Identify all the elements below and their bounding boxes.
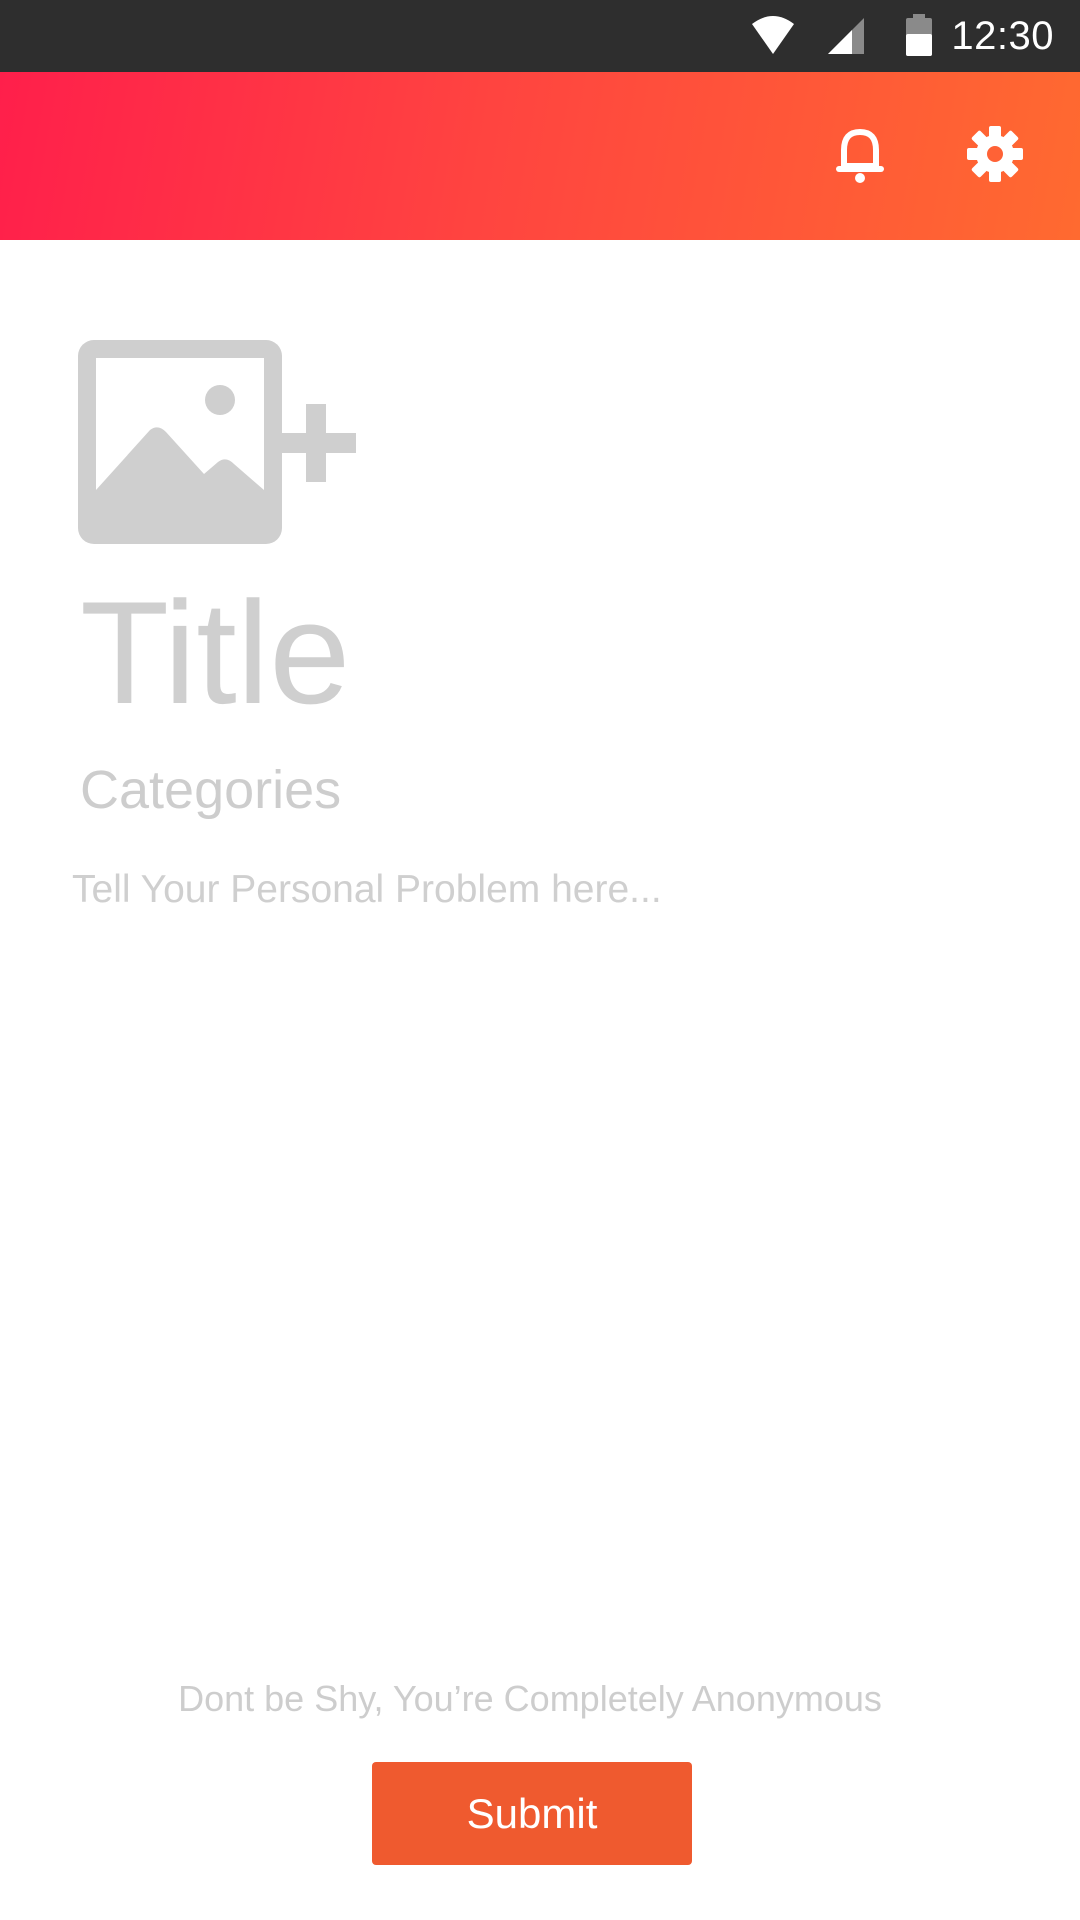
categories-selector[interactable]: Categories xyxy=(80,756,980,824)
title-input[interactable]: Title xyxy=(80,578,980,728)
settings-button[interactable] xyxy=(955,116,1035,196)
status-time: 12:30 xyxy=(951,14,1054,58)
submit-button[interactable]: Submit xyxy=(372,1762,692,1865)
add-image-button[interactable] xyxy=(76,338,396,548)
bell-icon xyxy=(832,124,888,189)
notifications-button[interactable] xyxy=(820,116,900,196)
anonymous-note: Dont be Shy, You’re Completely Anonymous xyxy=(178,1678,882,1719)
battery-icon xyxy=(904,14,934,61)
app-bar xyxy=(0,72,1080,240)
problem-text-input[interactable]: Tell Your Personal Problem here... xyxy=(72,860,1002,920)
wifi-icon xyxy=(750,14,796,63)
cellular-signal-icon xyxy=(826,14,866,61)
gear-icon xyxy=(966,125,1024,188)
status-bar: 12:30 xyxy=(0,0,1080,72)
add-image-icon xyxy=(76,340,396,552)
